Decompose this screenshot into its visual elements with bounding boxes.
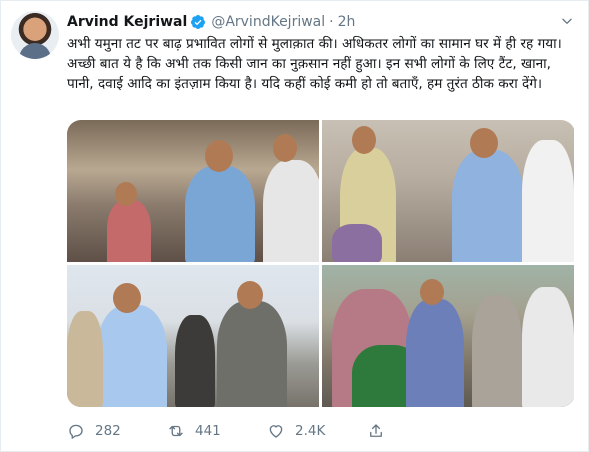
photo-4[interactable]	[322, 265, 574, 407]
photo-3[interactable]	[67, 265, 319, 407]
tweet-card[interactable]: Arvind Kejriwal @ArvindKejriwal · 2h अभी…	[0, 0, 589, 452]
retweet-button[interactable]: 441	[167, 422, 267, 440]
like-button[interactable]: 2.4K	[267, 422, 367, 440]
separator-dot: ·	[329, 14, 334, 30]
avatar[interactable]	[11, 11, 59, 59]
retweet-icon	[169, 425, 183, 437]
reply-button[interactable]: 282	[67, 422, 167, 440]
like-count: 2.4K	[295, 423, 326, 439]
tweet-header: Arvind Kejriwal @ArvindKejriwal · 2h	[67, 12, 355, 32]
photo-grid	[67, 120, 575, 407]
tweet-text: अभी यमुना तट पर बाढ़ प्रभावित लोगों से म…	[67, 36, 562, 92]
reply-count: 282	[95, 423, 121, 439]
photo-2[interactable]	[322, 120, 574, 262]
action-bar: 282 441 2.4K	[67, 419, 397, 443]
author-handle[interactable]: @ArvindKejriwal	[211, 14, 325, 30]
verified-badge-icon	[191, 15, 206, 29]
author-name[interactable]: Arvind Kejriwal	[67, 14, 187, 30]
reply-icon	[69, 424, 83, 439]
retweet-count: 441	[195, 423, 221, 439]
timestamp[interactable]: 2h	[338, 14, 356, 30]
photo-1[interactable]	[67, 120, 319, 262]
share-icon	[370, 424, 382, 437]
chevron-down-icon[interactable]	[560, 14, 574, 28]
share-button[interactable]	[367, 422, 395, 440]
heart-icon	[269, 425, 283, 438]
